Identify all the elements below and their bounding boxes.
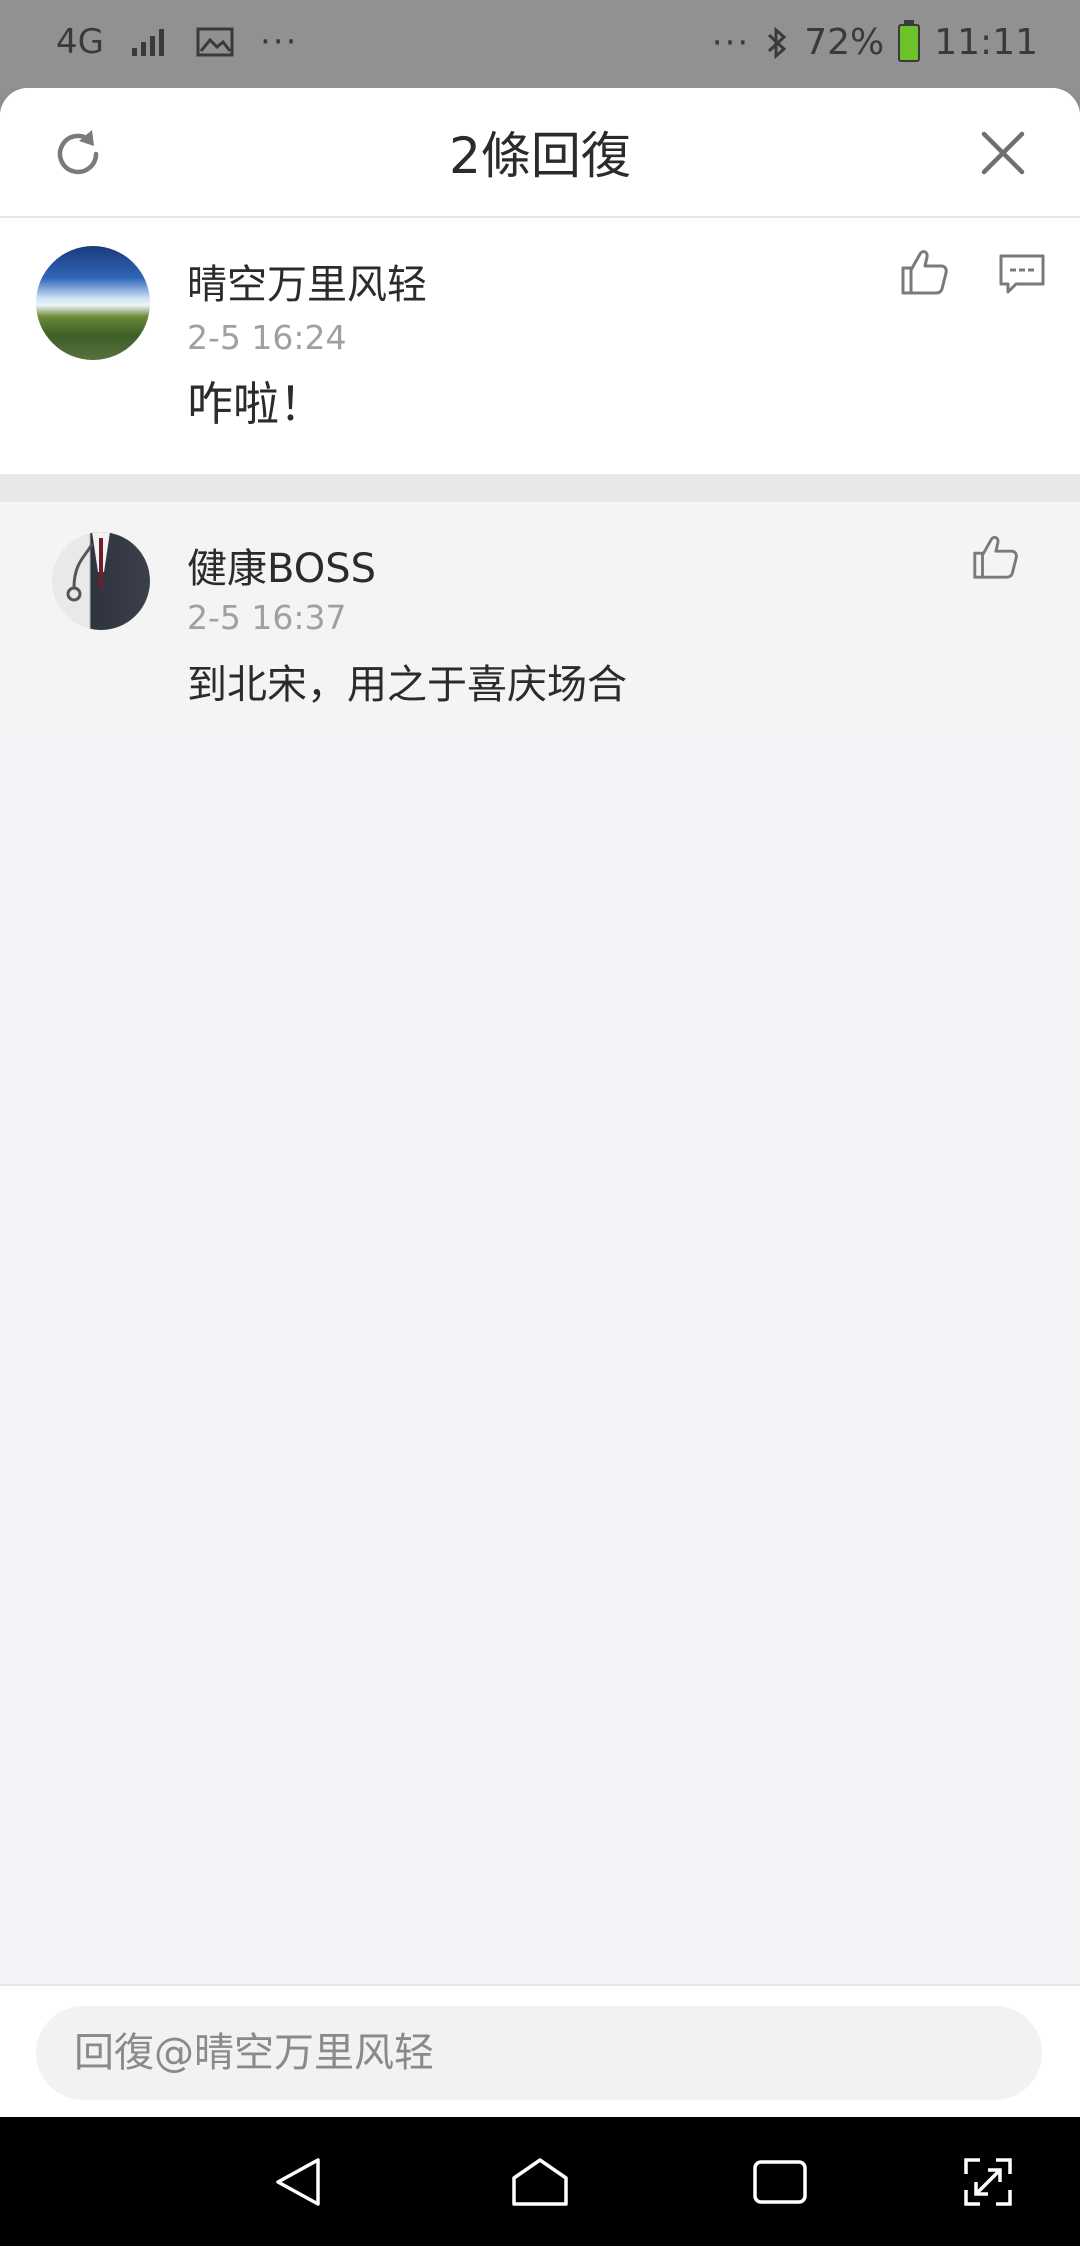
comment-icon[interactable] (998, 252, 1046, 296)
expand-icon[interactable] (958, 2152, 1018, 2212)
close-icon[interactable] (976, 126, 1030, 180)
section-divider (0, 474, 1080, 502)
navigation-bar (0, 2117, 1080, 2246)
comment-author[interactable]: 晴空万里风轻 (187, 252, 427, 310)
image-icon (196, 27, 234, 57)
back-triangle-icon[interactable] (270, 2152, 330, 2212)
avatar-figure (66, 532, 110, 602)
recents-icon[interactable] (750, 2152, 810, 2212)
avatar[interactable] (36, 246, 150, 360)
comment-time: 2-5 16:24 (187, 318, 347, 357)
thumbs-up-icon[interactable] (970, 532, 1020, 582)
replies-sheet: 2條回復 晴空万里风轻 2-5 16:24 咋啦！ 健康BOSS 2-5 16:… (0, 88, 1080, 2117)
signal-icon (131, 29, 164, 56)
clock: 11:11 (934, 22, 1038, 63)
avatar[interactable] (52, 532, 150, 630)
status-right: ··· 72% 11:11 (711, 19, 1038, 63)
reply-input[interactable] (36, 2006, 1042, 2100)
more-notifications: ··· (259, 22, 299, 62)
reply-input-bar (0, 1984, 1080, 2117)
reply-text: 到北宋，用之于喜庆场合 (187, 662, 627, 708)
sheet-header: 2條回復 (0, 88, 1080, 218)
comment-text: 咋啦！ (187, 377, 325, 431)
battery-percent: 72% (804, 22, 885, 63)
reply-time: 2-5 16:37 (187, 598, 347, 637)
network-label: 4G (56, 22, 104, 62)
battery-icon (898, 19, 921, 62)
main-comment: 晴空万里风轻 2-5 16:24 咋啦！ (0, 218, 1080, 474)
status-bar: 4G ··· ··· 72% 11:11 (0, 0, 1080, 88)
thumbs-up-icon[interactable] (898, 246, 950, 298)
more-status: ··· (711, 22, 751, 63)
list-item: 健康BOSS 2-5 16:37 到北宋，用之于喜庆场合 (0, 502, 1080, 739)
page-title: 2條回復 (449, 127, 631, 185)
reply-author[interactable]: 健康BOSS (187, 536, 376, 594)
home-icon[interactable] (510, 2152, 570, 2212)
status-left: 4G ··· (56, 22, 298, 62)
bluetooth-icon (768, 26, 787, 59)
